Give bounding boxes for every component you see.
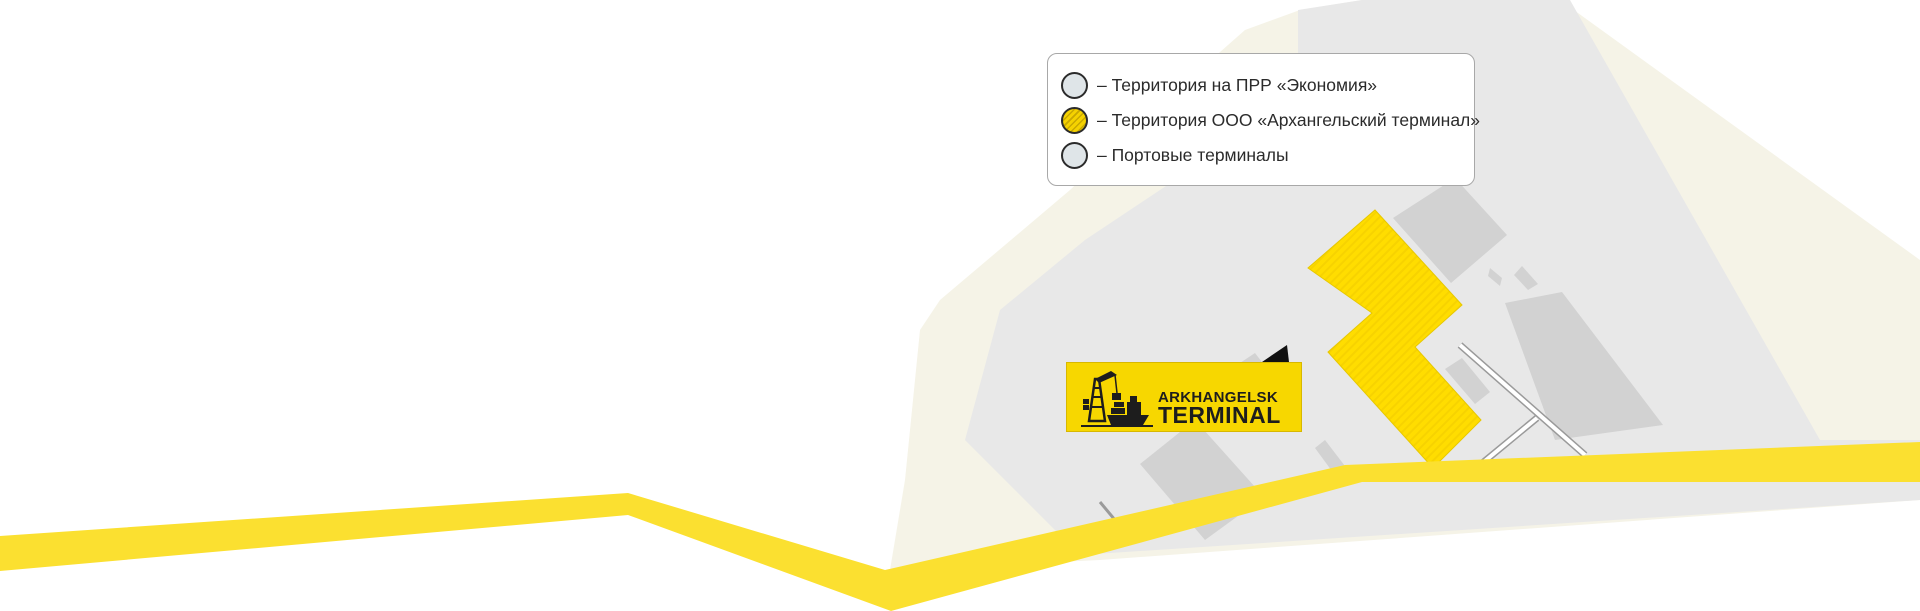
map-legend: – Территория на ПРР «Экономия» – Террито…	[1047, 53, 1480, 186]
legend-item-terminal: – Территория ООО «Архангельский терминал…	[1061, 103, 1480, 138]
crane-ship-icon	[1081, 371, 1153, 427]
hatched-yellow-circle-icon	[1061, 107, 1088, 134]
legend-label: – Портовые терминалы	[1097, 145, 1289, 165]
legend-item-economy: – Территория на ПРР «Экономия»	[1061, 68, 1474, 103]
grey-circle-icon	[1061, 142, 1088, 169]
legend-label: – Территория ООО «Архангельский терминал…	[1097, 110, 1480, 130]
legend-label: – Территория на ПРР «Экономия»	[1097, 75, 1378, 95]
port-map	[0, 0, 1920, 611]
arkhangelsk-terminal-logo[interactable]: ARKHANGELSK TERMINAL	[1066, 362, 1302, 432]
legend-item-port-terminals: – Портовые терминалы	[1061, 138, 1474, 173]
logo-text-line2: TERMINAL	[1158, 402, 1281, 428]
grey-circle-icon	[1061, 72, 1088, 99]
